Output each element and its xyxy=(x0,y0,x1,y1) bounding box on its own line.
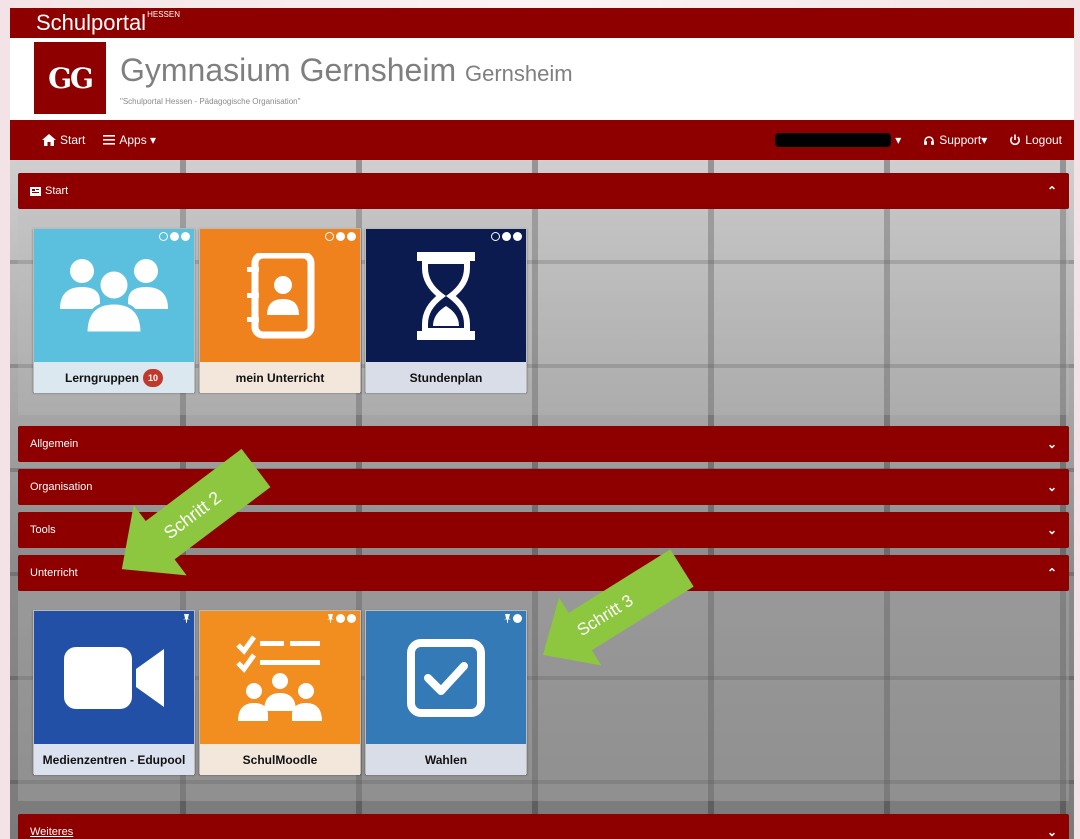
nav-right: ▾ Support ▾ Logout xyxy=(775,133,1062,147)
user-caret-icon: ▾ xyxy=(895,133,902,147)
school-city: Gernsheim xyxy=(464,61,573,86)
user-menu-redacted[interactable] xyxy=(775,133,892,147)
panel-start-header[interactable]: Start ⌃ xyxy=(18,173,1069,209)
tile-stundenplan-actions xyxy=(491,232,522,241)
main-nav: Start Apps ▾ ▾ Support ▾ Logout xyxy=(10,120,1074,160)
nav-start[interactable]: Start xyxy=(42,133,85,147)
tile-lerngruppen-art xyxy=(34,229,194,362)
help-icon[interactable] xyxy=(181,232,190,241)
school-subtitle: "Schulportal Hessen - Pädagogische Organ… xyxy=(120,97,301,106)
headset-icon xyxy=(924,136,935,145)
tile-stundenplan-label: Stundenplan xyxy=(409,370,483,385)
tile-schulmoodle-actions xyxy=(327,614,356,623)
annotation-arrow-step3: Schritt 3 xyxy=(542,549,694,666)
tile-stundenplan[interactable]: Stundenplan xyxy=(365,228,527,393)
caret-down-icon: ▾ xyxy=(146,133,157,147)
nav-start-label: Start xyxy=(60,133,86,147)
chevron-down-icon: ⌄ xyxy=(1046,523,1057,537)
chevron-down-icon: ⌄ xyxy=(1046,825,1057,839)
hourglass-icon xyxy=(417,251,475,340)
class-checklist-icon xyxy=(236,635,322,721)
nav-logout-label: Logout xyxy=(1025,133,1062,147)
chevron-up-icon: ⌃ xyxy=(1046,184,1057,198)
tile-wahlen-label: Wahlen xyxy=(424,752,468,767)
nav-apps-label: Apps xyxy=(119,133,147,147)
power-icon xyxy=(1010,134,1021,146)
panel-allgemein-title: Allgemein xyxy=(30,438,79,450)
school-logo[interactable]: GG xyxy=(34,42,106,114)
pin-icon[interactable] xyxy=(327,614,334,623)
school-header: GG Gymnasium Gernsheim Gernsheim "Schulp… xyxy=(10,38,1074,120)
brand-superscript: HESSEN xyxy=(147,10,180,19)
panel-tools-title: Tools xyxy=(30,524,56,536)
tile-schulmoodle-label-bar: SchulMoodle xyxy=(200,744,360,775)
tile-mein-unterricht-label: mein Unterricht xyxy=(235,370,325,385)
panel-unterricht-title: Unterricht xyxy=(30,567,78,579)
info-icon[interactable] xyxy=(336,614,345,623)
school-title: Gymnasium Gernsheim Gernsheim xyxy=(120,52,573,89)
nav-support-label: Support xyxy=(939,133,982,147)
panel-weiteres-title: Weiteres xyxy=(30,826,74,838)
address-book-icon xyxy=(247,252,315,338)
help-icon[interactable] xyxy=(347,614,356,623)
chevron-down-icon: ⌄ xyxy=(1046,480,1057,494)
tile-mein-unterricht[interactable]: mein Unterricht xyxy=(199,228,361,393)
info-icon[interactable] xyxy=(170,232,179,241)
tile-schulmoodle-art xyxy=(200,611,360,744)
annotation-arrow-step2: Schritt 2 xyxy=(121,448,271,576)
tile-lerngruppen-actions xyxy=(159,232,190,241)
panel-start-body: Lerngruppen 10 mein Unterricht Stundenpl… xyxy=(18,209,1069,415)
help-icon[interactable] xyxy=(513,232,522,241)
tile-wahlen-art xyxy=(366,611,526,744)
brand-bar: SchulportalHESSEN xyxy=(10,8,1074,38)
info-icon[interactable] xyxy=(502,232,511,241)
ban-icon[interactable] xyxy=(491,232,500,241)
chevron-down-icon: ⌄ xyxy=(1046,437,1057,451)
chevron-up-icon: ⌃ xyxy=(1046,566,1057,580)
tile-lerngruppen-label: Lerngruppen xyxy=(64,370,139,385)
nav-apps[interactable]: Apps ▾ xyxy=(103,133,156,147)
ban-icon[interactable] xyxy=(159,232,168,241)
newspaper-icon xyxy=(30,186,41,196)
tile-lerngruppen-label-bar: Lerngruppen 10 xyxy=(34,362,194,393)
help-icon[interactable] xyxy=(347,232,356,241)
tile-stundenplan-art xyxy=(366,229,526,362)
tile-schulmoodle-label: SchulMoodle xyxy=(242,752,318,767)
video-camera-icon xyxy=(64,646,164,709)
portal-frame: SchulportalHESSEN GG Gymnasium Gernsheim… xyxy=(10,8,1074,839)
tile-edupool-art xyxy=(34,611,194,744)
tile-mein-unterricht-art xyxy=(200,229,360,362)
tile-edupool-label-bar: Medienzentren - Edupool xyxy=(34,744,194,775)
tile-edupool[interactable]: Medienzentren - Edupool xyxy=(33,610,195,775)
count-badge: 10 xyxy=(142,368,163,387)
ban-icon[interactable] xyxy=(325,232,334,241)
caret-down-icon: ▾ xyxy=(981,133,988,147)
school-name: Gymnasium Gernsheim xyxy=(120,52,457,88)
tile-mein-unterricht-actions xyxy=(325,232,356,241)
nav-support[interactable]: Support ▾ xyxy=(923,133,987,147)
tile-edupool-actions xyxy=(183,614,190,623)
brand-name[interactable]: SchulportalHESSEN xyxy=(36,8,180,38)
pin-icon[interactable] xyxy=(183,614,190,623)
tile-schulmoodle[interactable]: SchulMoodle xyxy=(199,610,361,775)
tile-wahlen[interactable]: Wahlen xyxy=(365,610,527,775)
tile-wahlen-label-bar: Wahlen xyxy=(366,744,526,775)
panel-organisation-title: Organisation xyxy=(30,481,93,493)
panel-weiteres-header[interactable]: Weiteres ⌄ xyxy=(18,814,1069,839)
tile-stundenplan-label-bar: Stundenplan xyxy=(366,362,526,393)
tile-mein-unterricht-label-bar: mein Unterricht xyxy=(200,362,360,393)
users-group-icon xyxy=(60,258,168,334)
tile-lerngruppen[interactable]: Lerngruppen 10 xyxy=(33,228,195,393)
tile-edupool-label: Medienzentren - Edupool xyxy=(42,752,186,767)
panel-start-title: Start xyxy=(45,185,69,197)
home-icon xyxy=(42,134,56,146)
checkbox-checked-icon xyxy=(407,638,485,717)
info-icon[interactable] xyxy=(336,232,345,241)
nav-logout[interactable]: Logout xyxy=(1009,133,1062,147)
menu-icon xyxy=(103,135,116,145)
